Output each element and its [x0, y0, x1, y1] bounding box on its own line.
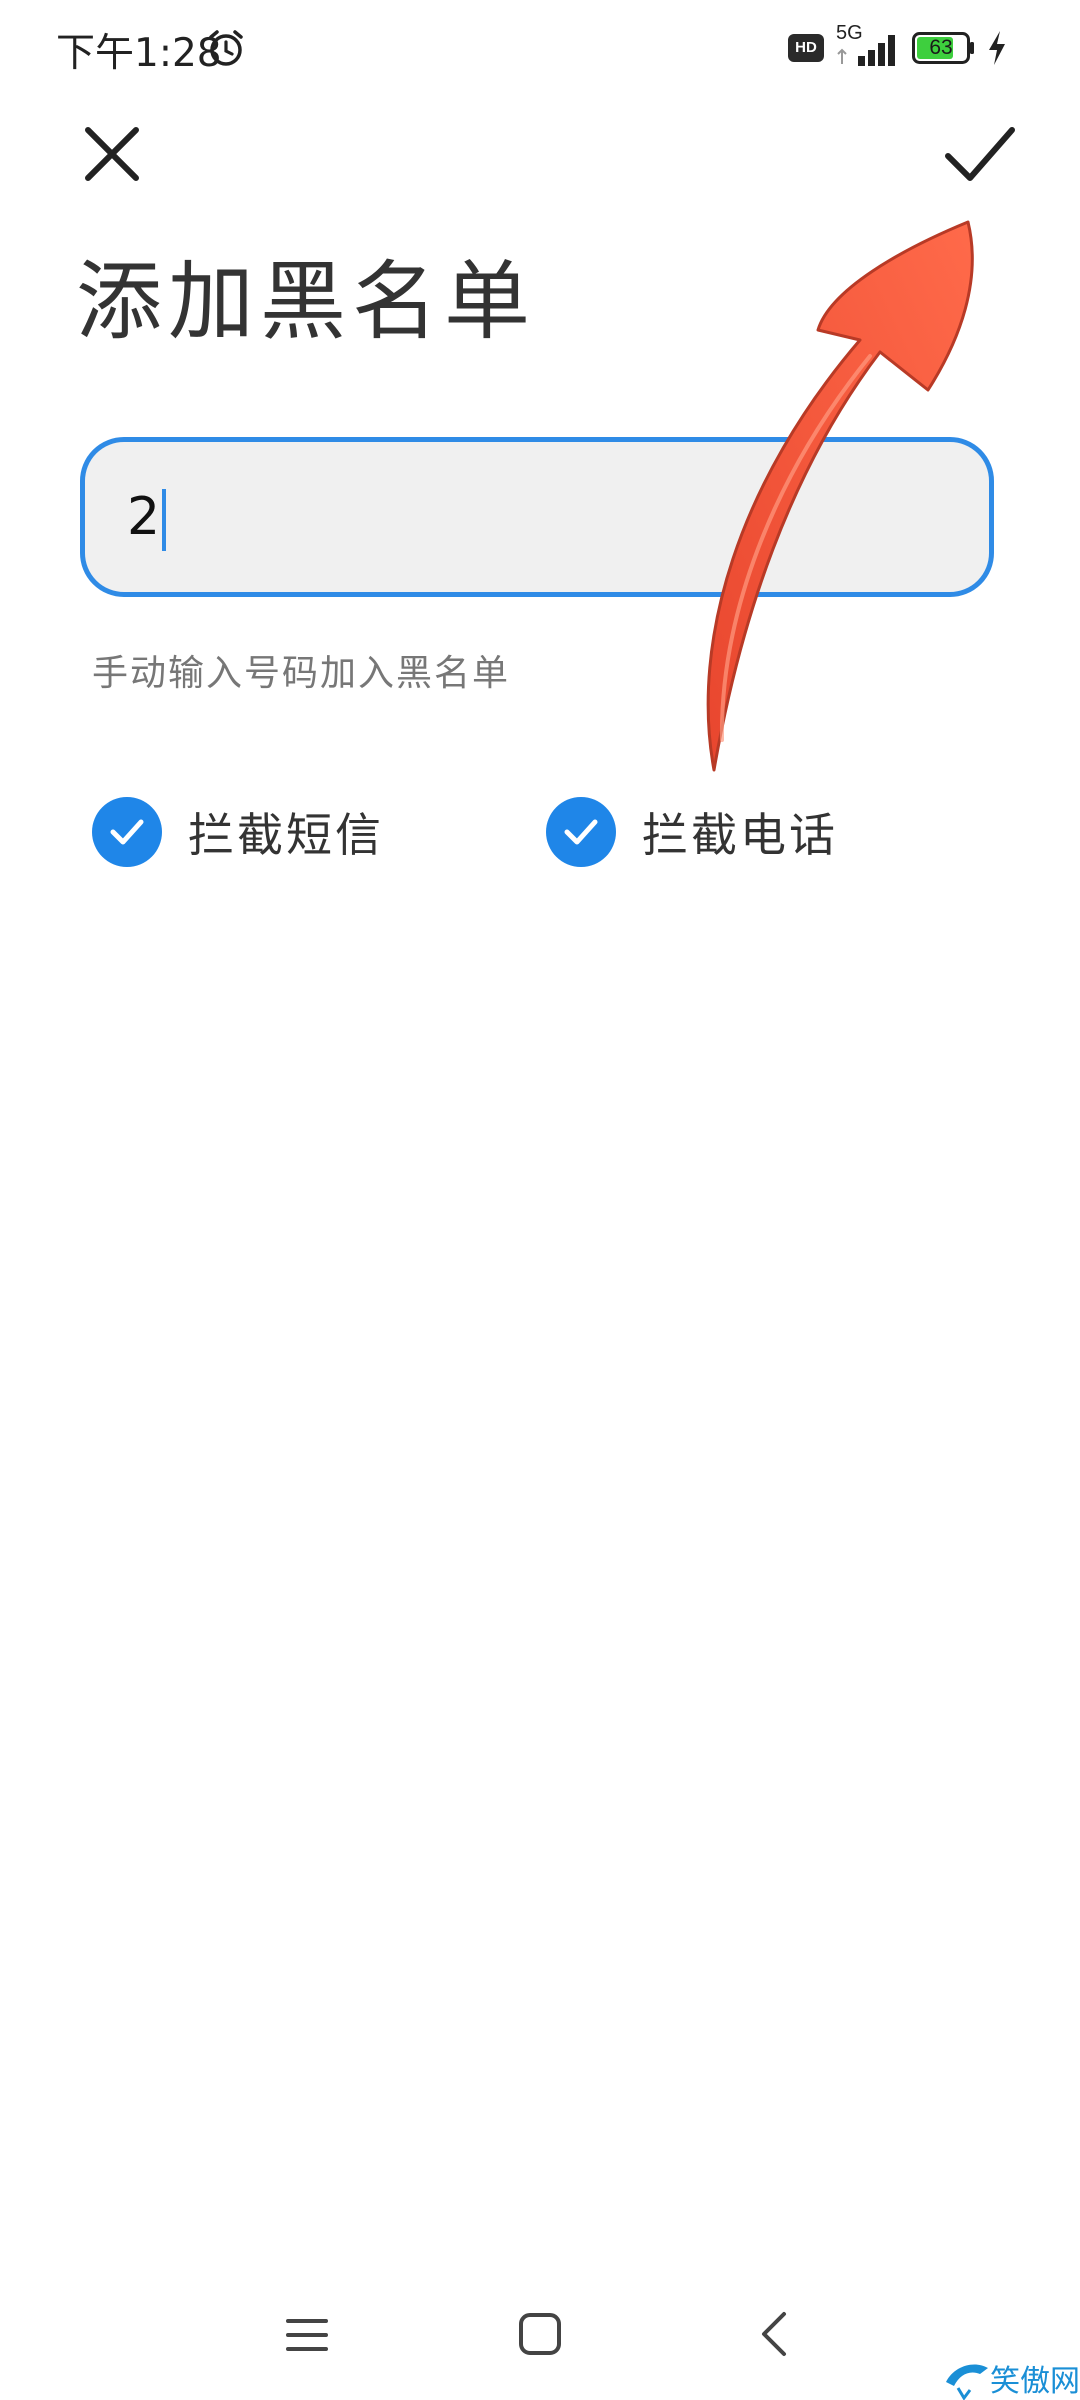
text-caret	[162, 489, 167, 551]
checked-circle-icon	[92, 797, 162, 867]
watermark-text: 笑傲网	[990, 2364, 1080, 2399]
charging-bolt-icon	[989, 31, 1005, 65]
menu-icon[interactable]	[284, 2312, 330, 2358]
battery-level: 63	[929, 36, 953, 59]
navigation-bar	[0, 2290, 1080, 2380]
hd-badge: HD	[788, 34, 824, 62]
block-calls-label: 拦截电话	[642, 808, 838, 862]
alarm-icon	[209, 30, 243, 66]
phone-number-value[interactable]: 2	[127, 484, 167, 551]
close-icon	[85, 127, 139, 181]
input-hint: 手动输入号码加入黑名单	[92, 653, 511, 694]
signal-icon	[837, 35, 895, 66]
phone-number-input[interactable]: 2	[80, 437, 994, 597]
block-sms-label: 拦截短信	[188, 808, 384, 862]
block-sms-checkbox[interactable]: 拦截短信	[92, 796, 384, 868]
home-icon[interactable]	[516, 2310, 564, 2358]
back-icon[interactable]	[754, 2310, 794, 2358]
block-calls-checkbox[interactable]: 拦截电话	[546, 796, 838, 868]
phone-number-text: 2	[127, 487, 161, 547]
status-bar: 下午1:28 HD 5G 63	[0, 0, 1080, 96]
status-time: 下午1:28	[56, 31, 222, 76]
page-title: 添加黑名单	[76, 252, 536, 352]
close-button[interactable]	[76, 118, 148, 190]
confirm-button[interactable]	[940, 118, 1020, 190]
annotation-arrow	[706, 220, 974, 772]
checked-circle-icon	[546, 797, 616, 867]
check-icon	[945, 127, 1015, 181]
